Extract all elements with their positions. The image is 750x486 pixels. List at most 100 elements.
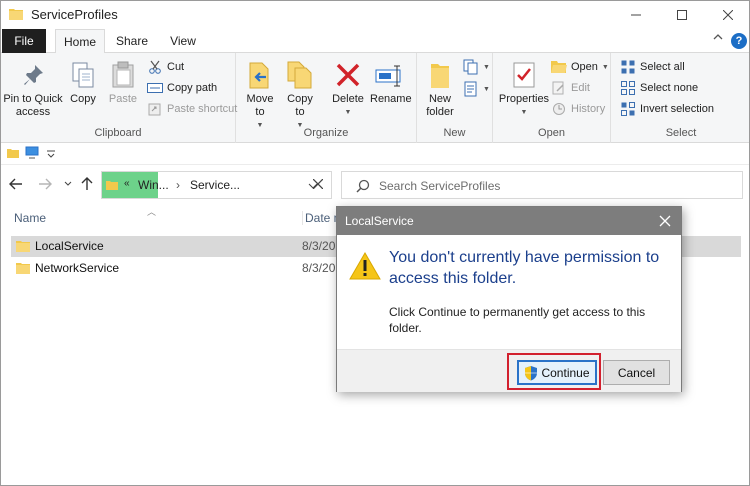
select-none-button[interactable]: Select none — [620, 78, 698, 98]
help-button[interactable]: ? — [731, 33, 747, 49]
dialog-close-icon[interactable] — [659, 215, 671, 227]
properties-label: Properties — [498, 93, 550, 105]
breadcrumb-serviceprofiles[interactable]: Service... — [190, 178, 240, 192]
breadcrumb-windows[interactable]: Win... — [138, 178, 169, 192]
copy-to-label: Copy to — [287, 93, 313, 118]
scissors-icon — [149, 60, 161, 74]
copy-path-label: Copy path — [167, 82, 218, 94]
navigation-bar: « Win... › Service... Search ServiceProf… — [1, 169, 749, 201]
explorer-window: ServiceProfiles File Home Share View ? P… — [0, 0, 750, 486]
address-bar[interactable]: « Win... › Service... — [101, 171, 332, 199]
dialog-message: You don't currently have permission to a… — [389, 249, 660, 287]
warning-icon — [349, 251, 381, 280]
delete-x-icon — [336, 63, 360, 87]
computer-icon[interactable] — [25, 146, 39, 160]
recent-locations-button[interactable] — [59, 175, 77, 193]
invert-selection-icon — [621, 102, 635, 116]
pin-to-quick-access-button[interactable]: Pin to Quick access — [3, 57, 63, 119]
new-group: New folder ▼ ▼ New — [417, 53, 493, 143]
help-icon: ? — [731, 33, 747, 49]
tab-home[interactable]: Home — [55, 29, 105, 54]
cancel-button[interactable]: Cancel — [603, 360, 670, 385]
ribbon: Pin to Quick access Copy Paste Cut Copy … — [1, 53, 749, 143]
copy-button[interactable]: Copy — [65, 57, 101, 106]
open-dropdown-icon: ▼ — [601, 63, 609, 71]
pin-icon — [24, 65, 43, 85]
permission-dialog: LocalService You don't currently have pe… — [336, 206, 682, 392]
close-button[interactable] — [705, 1, 750, 29]
copy-path-icon — [147, 83, 163, 93]
file-date: 8/3/20 — [302, 239, 336, 253]
easy-access-dropdown-icon: ▼ — [483, 85, 490, 93]
select-all-button[interactable]: Select all — [620, 57, 685, 77]
minimize-icon — [631, 14, 641, 16]
continue-label: Continue — [541, 365, 590, 380]
folder-icon[interactable] — [7, 147, 19, 159]
paste-icon — [112, 61, 134, 88]
copy-to-button[interactable]: Copy to ▼ — [282, 57, 318, 132]
file-name: NetworkService — [35, 261, 120, 275]
new-group-label: New — [443, 127, 466, 139]
edit-button[interactable]: Edit — [551, 78, 590, 98]
open-label: Open — [571, 61, 598, 73]
ribbon-tabs: File Home Share View ? — [1, 29, 749, 54]
close-icon — [723, 10, 733, 20]
new-item-button[interactable]: ▼ — [463, 57, 490, 77]
paste-shortcut-icon — [148, 103, 161, 116]
properties-icon — [513, 62, 535, 88]
back-button[interactable] — [7, 175, 25, 193]
maximize-icon — [677, 10, 687, 20]
select-none-icon — [621, 81, 635, 95]
tab-file[interactable]: File — [2, 29, 46, 53]
breadcrumb-separator-icon: › — [176, 178, 180, 192]
new-folder-label: New folder — [426, 93, 454, 118]
clear-address-button[interactable] — [308, 174, 328, 194]
select-group-label: Select — [665, 127, 697, 139]
continue-button[interactable]: Continue — [517, 360, 597, 385]
paste-shortcut-button[interactable]: Paste shortcut — [147, 99, 237, 119]
delete-label: Delete — [332, 93, 364, 105]
copy-to-icon — [287, 61, 312, 89]
search-placeholder: Search ServiceProfiles — [379, 179, 501, 193]
move-to-icon — [249, 62, 269, 89]
forward-arrow-icon — [39, 178, 52, 190]
new-folder-button[interactable]: New folder — [423, 57, 457, 119]
tab-view[interactable]: View — [161, 29, 205, 53]
rename-button[interactable]: Rename — [370, 57, 412, 106]
up-button[interactable] — [78, 175, 96, 193]
overflow-chevron[interactable]: « — [124, 178, 130, 189]
title-bar: ServiceProfiles — [1, 1, 749, 29]
paste-button[interactable]: Paste — [105, 57, 141, 106]
history-icon — [553, 103, 565, 115]
copy-label: Copy — [70, 93, 96, 105]
properties-dropdown-icon: ▼ — [520, 109, 528, 116]
forward-button[interactable] — [36, 175, 54, 193]
file-name: LocalService — [35, 239, 104, 253]
properties-button[interactable]: Properties ▼ — [497, 57, 551, 119]
organize-group: Move to ▼ Copy to ▼ Delete ▼ Rename Orga… — [236, 53, 417, 143]
dialog-detail: Click Continue to permanently get access… — [389, 305, 646, 335]
tab-share[interactable]: Share — [109, 29, 155, 53]
collapse-ribbon-button[interactable] — [713, 33, 723, 41]
back-arrow-icon — [9, 178, 22, 190]
copy-path-button[interactable]: Copy path — [147, 78, 217, 98]
sort-ascending-icon: ︿ — [147, 207, 157, 217]
easy-access-button[interactable]: ▼ — [463, 79, 490, 99]
minimize-button[interactable] — [613, 1, 659, 29]
pin-label: Pin to Quick access — [3, 93, 63, 118]
delete-button[interactable]: Delete ▼ — [328, 57, 368, 119]
clipboard-group-label: Clipboard — [94, 127, 142, 139]
history-button[interactable]: History — [551, 99, 605, 119]
open-button[interactable]: Open ▼ — [551, 57, 609, 77]
invert-selection-label: Invert selection — [640, 103, 714, 115]
invert-selection-button[interactable]: Invert selection — [620, 99, 714, 119]
move-to-button[interactable]: Move to ▼ — [242, 57, 278, 132]
cut-button[interactable]: Cut — [147, 57, 184, 77]
dialog-title: LocalService — [345, 214, 414, 228]
search-box[interactable]: Search ServiceProfiles — [341, 171, 743, 199]
maximize-button[interactable] — [659, 1, 705, 29]
search-icon — [356, 179, 370, 193]
customize-toolbar-icon[interactable] — [47, 150, 55, 158]
column-header-name[interactable]: Name — [14, 211, 46, 225]
open-group: Properties ▼ Open ▼ Edit History Open — [493, 53, 611, 143]
